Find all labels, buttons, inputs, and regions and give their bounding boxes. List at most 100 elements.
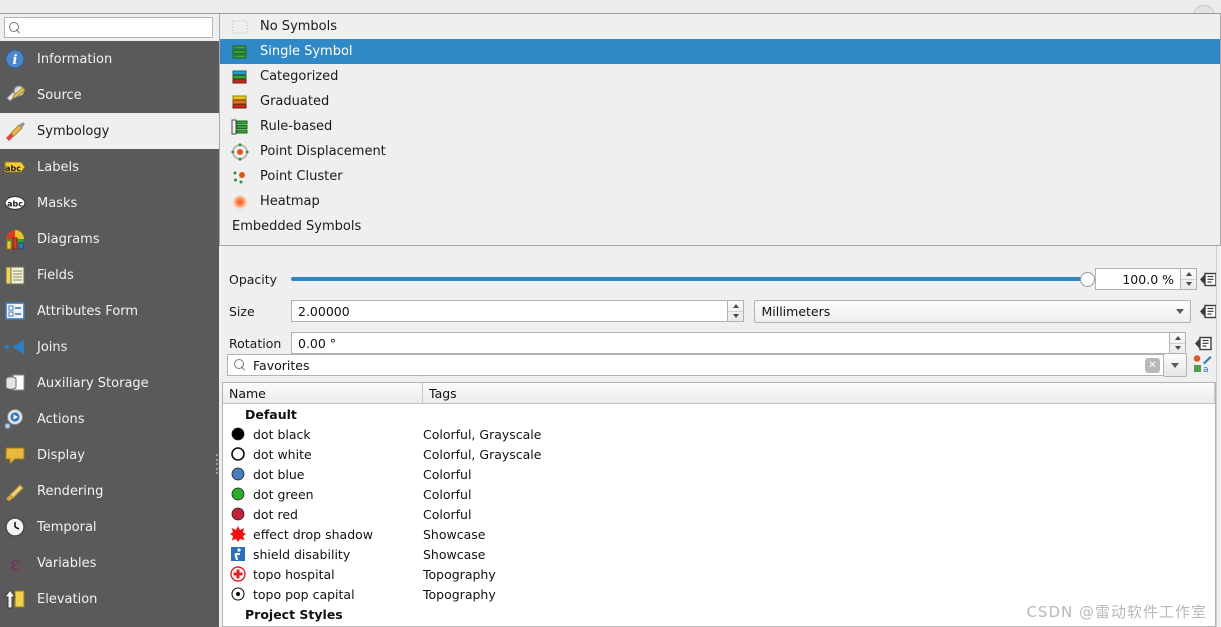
opacity-row: Opacity 100.0 %	[219, 266, 1221, 292]
renderer-option-point-cluster[interactable]: Point Cluster	[220, 164, 1220, 189]
attributes-form-icon	[4, 300, 26, 322]
sidebar-item-temporal[interactable]: Temporal	[0, 509, 219, 545]
symbol-tags-cell: Showcase	[423, 526, 486, 542]
rotation-row: Rotation 0.00 °	[219, 330, 1221, 356]
opacity-slider[interactable]	[291, 266, 1095, 292]
column-header-tags[interactable]: Tags	[423, 383, 1215, 403]
svg-text:a: a	[1203, 365, 1209, 374]
sidebar-item-labels[interactable]: abc Labels	[0, 149, 219, 185]
sidebar-item-attributes-form[interactable]: Attributes Form	[0, 293, 219, 329]
rotation-input[interactable]: 0.00 °	[291, 332, 1170, 354]
opacity-spinner[interactable]	[1181, 268, 1197, 290]
size-unit-combo[interactable]: Millimeters	[754, 299, 1191, 323]
table-row[interactable]: shield disability Showcase	[223, 544, 1215, 564]
temporal-clock-icon	[4, 516, 26, 538]
rotation-spinner[interactable]	[1170, 332, 1186, 354]
symbol-name-cell: dot green	[253, 486, 314, 502]
chevron-down-icon	[1176, 308, 1184, 314]
sidebar-item-label: Variables	[37, 555, 97, 571]
table-row[interactable]: dot black Colorful, Grayscale	[223, 424, 1215, 444]
renderer-option-label: Point Displacement	[260, 144, 386, 159]
symbol-search-dropdown-button[interactable]	[1163, 353, 1187, 377]
sidebar-item-label: Symbology	[37, 123, 110, 139]
sidebar-item-label: Elevation	[37, 591, 98, 607]
rotation-data-defined-override-icon[interactable]	[1192, 332, 1216, 354]
sidebar-item-label: Temporal	[37, 519, 97, 535]
symbol-swatch-icon	[223, 426, 253, 442]
point-displacement-icon	[231, 142, 249, 161]
labels-abc-icon: abc	[4, 156, 26, 178]
column-header-name[interactable]: Name	[223, 383, 423, 403]
symbol-swatch-icon	[223, 486, 253, 502]
renderer-option-single-symbol[interactable]: Single Symbol	[220, 39, 1220, 64]
style-manager-icon[interactable]: a	[1192, 354, 1214, 376]
renderer-option-heatmap[interactable]: Heatmap	[220, 189, 1220, 214]
size-unit-value: Millimeters	[761, 303, 831, 319]
sidebar-item-source[interactable]: Source	[0, 77, 219, 113]
point-cluster-icon	[231, 168, 249, 186]
renderer-option-no-symbols[interactable]: No Symbols	[220, 14, 1220, 39]
csdn-watermark: CSDN @雷动软件工作室	[1026, 603, 1207, 621]
opacity-slider-handle[interactable]	[1080, 272, 1095, 287]
rotation-label: Rotation	[229, 335, 282, 351]
renderer-option-graduated[interactable]: Graduated	[220, 89, 1220, 114]
symbol-swatch-icon	[223, 446, 253, 462]
sidebar-item-label: Information	[37, 51, 113, 67]
symbol-tags-cell: Colorful	[423, 466, 472, 482]
sidebar-item-label: Auxiliary Storage	[37, 375, 149, 391]
renderer-option-point-displacement[interactable]: Point Displacement	[220, 139, 1220, 164]
symbol-swatch-icon	[223, 526, 253, 542]
sidebar-item-auxiliary-storage[interactable]: Auxiliary Storage	[0, 365, 219, 401]
sidebar-item-masks[interactable]: abc Masks	[0, 185, 219, 221]
sidebar-item-joins[interactable]: Joins	[0, 329, 219, 365]
size-spinner[interactable]	[728, 300, 745, 322]
sidebar-search-box[interactable]	[4, 17, 213, 38]
symbol-name-cell: dot white	[253, 446, 312, 462]
sidebar-item-label: Display	[37, 447, 85, 463]
renderer-type-popup[interactable]: No Symbols Single Symbol Categorized Gradua…	[219, 14, 1221, 246]
symbol-name-cell: topo pop capital	[253, 586, 355, 602]
diagrams-chart-icon	[4, 228, 26, 250]
clear-x-icon[interactable]: ✕	[1145, 357, 1160, 373]
sidebar-item-elevation[interactable]: Elevation	[0, 581, 219, 617]
symbol-name-cell: dot black	[253, 426, 311, 442]
renderer-option-categorized[interactable]: Categorized	[220, 64, 1220, 89]
sidebar-item-label: Joins	[37, 339, 68, 355]
symbol-search-value: Favorites	[253, 357, 310, 373]
fields-table-icon	[4, 264, 26, 286]
sidebar-item-display[interactable]: Display	[0, 437, 219, 473]
sidebar-search-input[interactable]	[21, 19, 212, 36]
elevation-arrow-icon	[4, 588, 26, 610]
symbol-search-box[interactable]: Favorites ✕	[227, 354, 1165, 376]
size-input[interactable]: 2.00000	[291, 300, 729, 322]
table-row[interactable]: dot green Colorful	[223, 484, 1215, 504]
opacity-value-field[interactable]: 100.0 %	[1095, 268, 1181, 290]
table-row[interactable]: effect drop shadow Showcase	[223, 524, 1215, 544]
actions-gear-icon	[4, 408, 26, 430]
sidebar-item-information[interactable]: i Information	[0, 41, 219, 77]
table-row[interactable]: dot white Colorful, Grayscale	[223, 444, 1215, 464]
panel-splitter-handle[interactable]	[214, 452, 219, 476]
sidebar-item-symbology[interactable]: Symbology	[0, 113, 219, 149]
sidebar-item-diagrams[interactable]: Diagrams	[0, 221, 219, 257]
window-corner-button[interactable]	[1193, 5, 1215, 13]
renderer-option-rule-based[interactable]: Rule-based	[220, 114, 1220, 139]
table-row[interactable]: topo hospital Topography	[223, 564, 1215, 584]
symbol-swatch-icon	[223, 466, 253, 482]
sidebar-item-rendering[interactable]: Rendering	[0, 473, 219, 509]
symbol-swatch-icon	[223, 546, 253, 562]
table-row[interactable]: dot blue Colorful	[223, 464, 1215, 484]
symbol-swatch-icon	[223, 566, 253, 582]
sidebar-search-container	[0, 14, 219, 41]
symbol-group-header[interactable]: Default	[223, 404, 1215, 424]
sidebar-item-fields[interactable]: Fields	[0, 257, 219, 293]
symbol-name-cell: shield disability	[253, 546, 351, 562]
size-label: Size	[229, 303, 255, 319]
window-titlebar: Layer Properties — villages — Symbology	[0, 0, 1221, 14]
sidebar-item-actions[interactable]: Actions	[0, 401, 219, 437]
sidebar-item-variables[interactable]: ε Variables	[0, 545, 219, 581]
renderer-option-embedded-symbols[interactable]: Embedded Symbols	[220, 214, 1220, 239]
table-row[interactable]: dot red Colorful	[223, 504, 1215, 524]
renderer-option-label: Point Cluster	[260, 169, 343, 184]
categorized-icon	[231, 68, 249, 86]
